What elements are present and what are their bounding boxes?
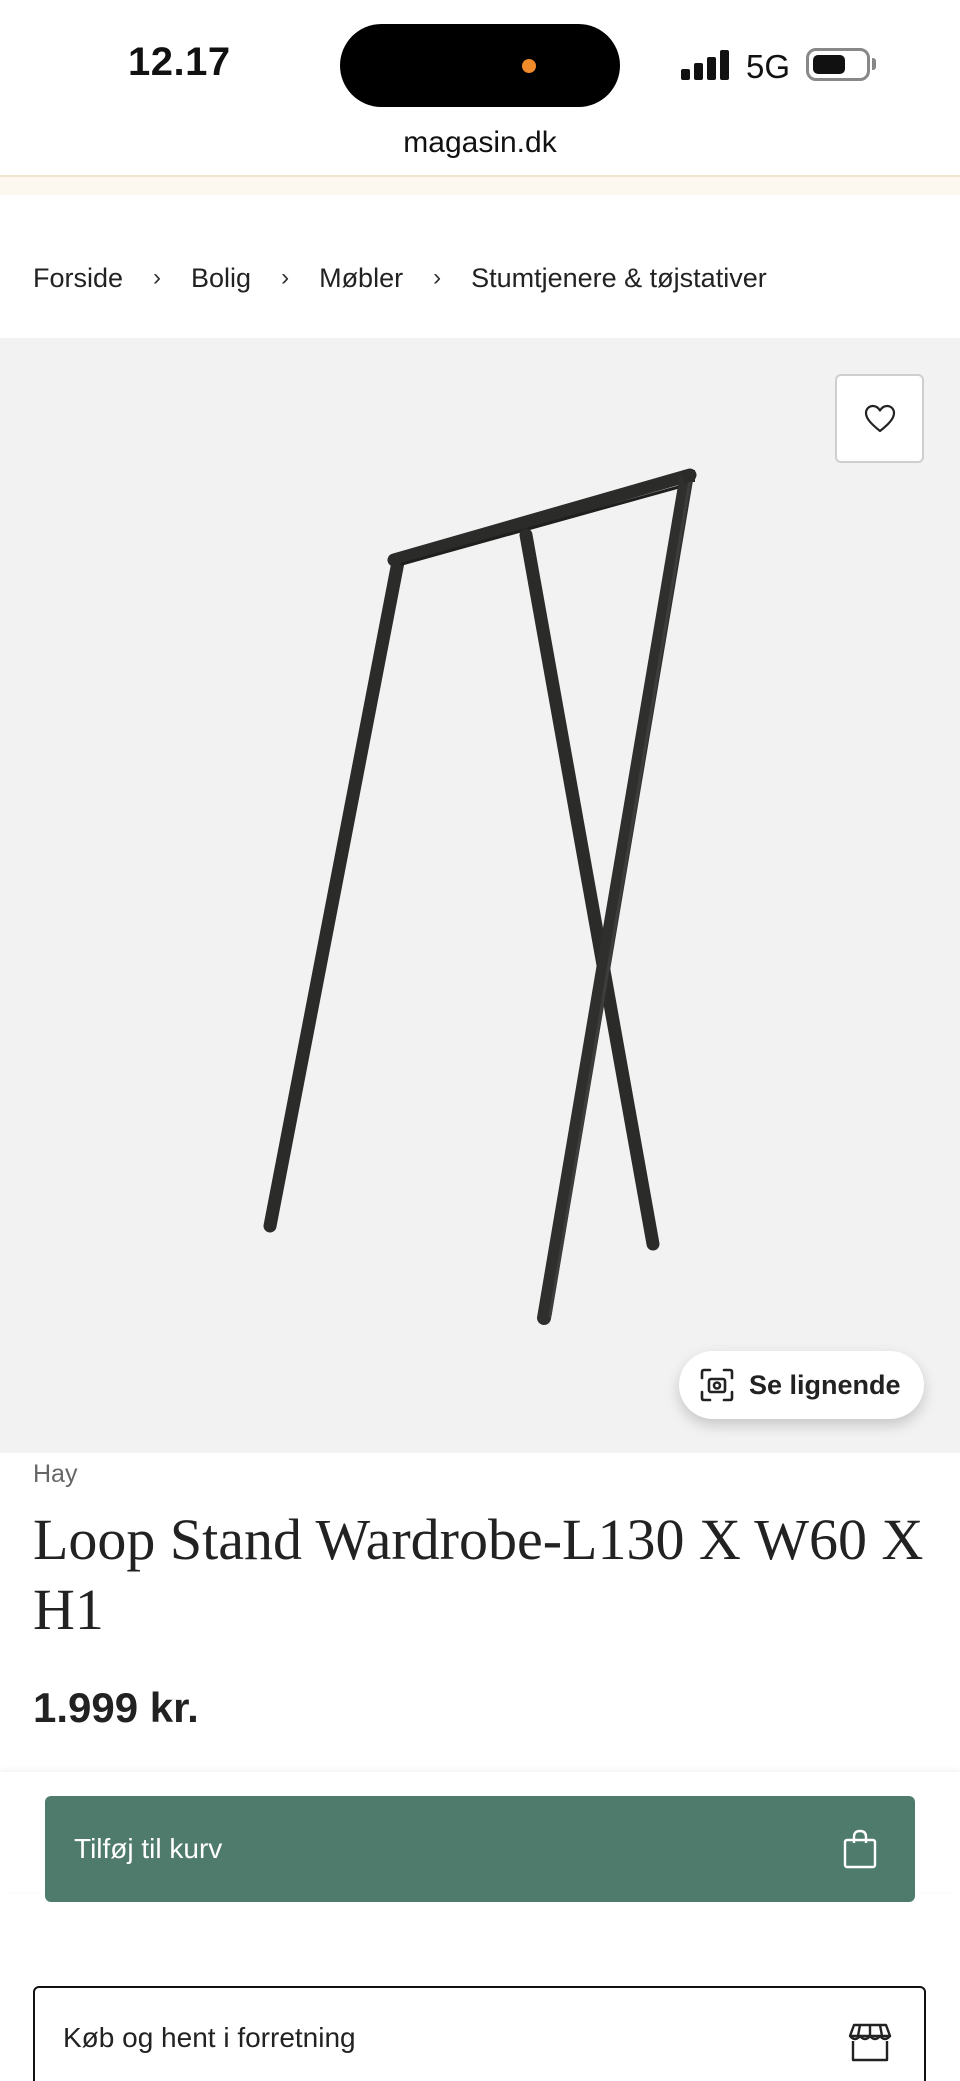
- address-bar-url[interactable]: magasin.dk: [0, 126, 960, 160]
- visual-search-icon: [700, 1368, 734, 1402]
- product-title: Loop Stand Wardrobe-L130 X W60 X H1: [33, 1507, 924, 1642]
- product-page: 12.17 5G magasin.dk Forside › Bolig › Mø…: [0, 0, 960, 2081]
- recording-indicator-dot: [522, 59, 536, 73]
- clothes-rack-image: [263, 468, 697, 1325]
- storefront-icon: [848, 2023, 892, 2062]
- promo-strip: [0, 177, 960, 195]
- breadcrumb-item-forside[interactable]: Forside: [33, 263, 123, 294]
- store-pickup-button[interactable]: Køb og hent i forretning: [33, 1986, 926, 2081]
- battery-cap: [872, 58, 876, 70]
- breadcrumb-item-bolig[interactable]: Bolig: [191, 263, 251, 294]
- dynamic-island: [340, 24, 620, 107]
- breadcrumb-separator: ›: [281, 264, 290, 291]
- breadcrumb-item-mobler[interactable]: Møbler: [319, 263, 403, 294]
- network-type: 5G: [746, 48, 791, 85]
- status-time: 12.17: [128, 40, 231, 84]
- heart-icon: [864, 404, 895, 432]
- store-pickup-label: Køb og hent i forretning: [63, 2022, 356, 2053]
- see-similar-label: Se lignende: [749, 1369, 901, 1400]
- add-to-cart-button[interactable]: Tilføj til kurv: [45, 1796, 915, 1902]
- add-to-cart-label: Tilføj til kurv: [74, 1833, 223, 1864]
- product-price: 1.999 kr.: [33, 1684, 199, 1731]
- breadcrumb: Forside › Bolig › Møbler › Stumtjenere &…: [33, 258, 767, 298]
- product-brand[interactable]: Hay: [33, 1460, 77, 1489]
- favorite-button[interactable]: [835, 374, 924, 463]
- signal-strength-icon: [681, 50, 731, 80]
- status-bar: 12.17 5G: [0, 0, 960, 130]
- product-image[interactable]: [0, 338, 960, 1453]
- breadcrumb-separator: ›: [433, 264, 442, 291]
- shopping-bag-icon: [843, 1829, 877, 1869]
- breadcrumb-separator: ›: [153, 264, 162, 291]
- see-similar-button[interactable]: Se lignende: [679, 1351, 924, 1419]
- battery-icon: [806, 48, 870, 81]
- breadcrumb-item-current[interactable]: Stumtjenere & tøjstativer: [471, 263, 767, 294]
